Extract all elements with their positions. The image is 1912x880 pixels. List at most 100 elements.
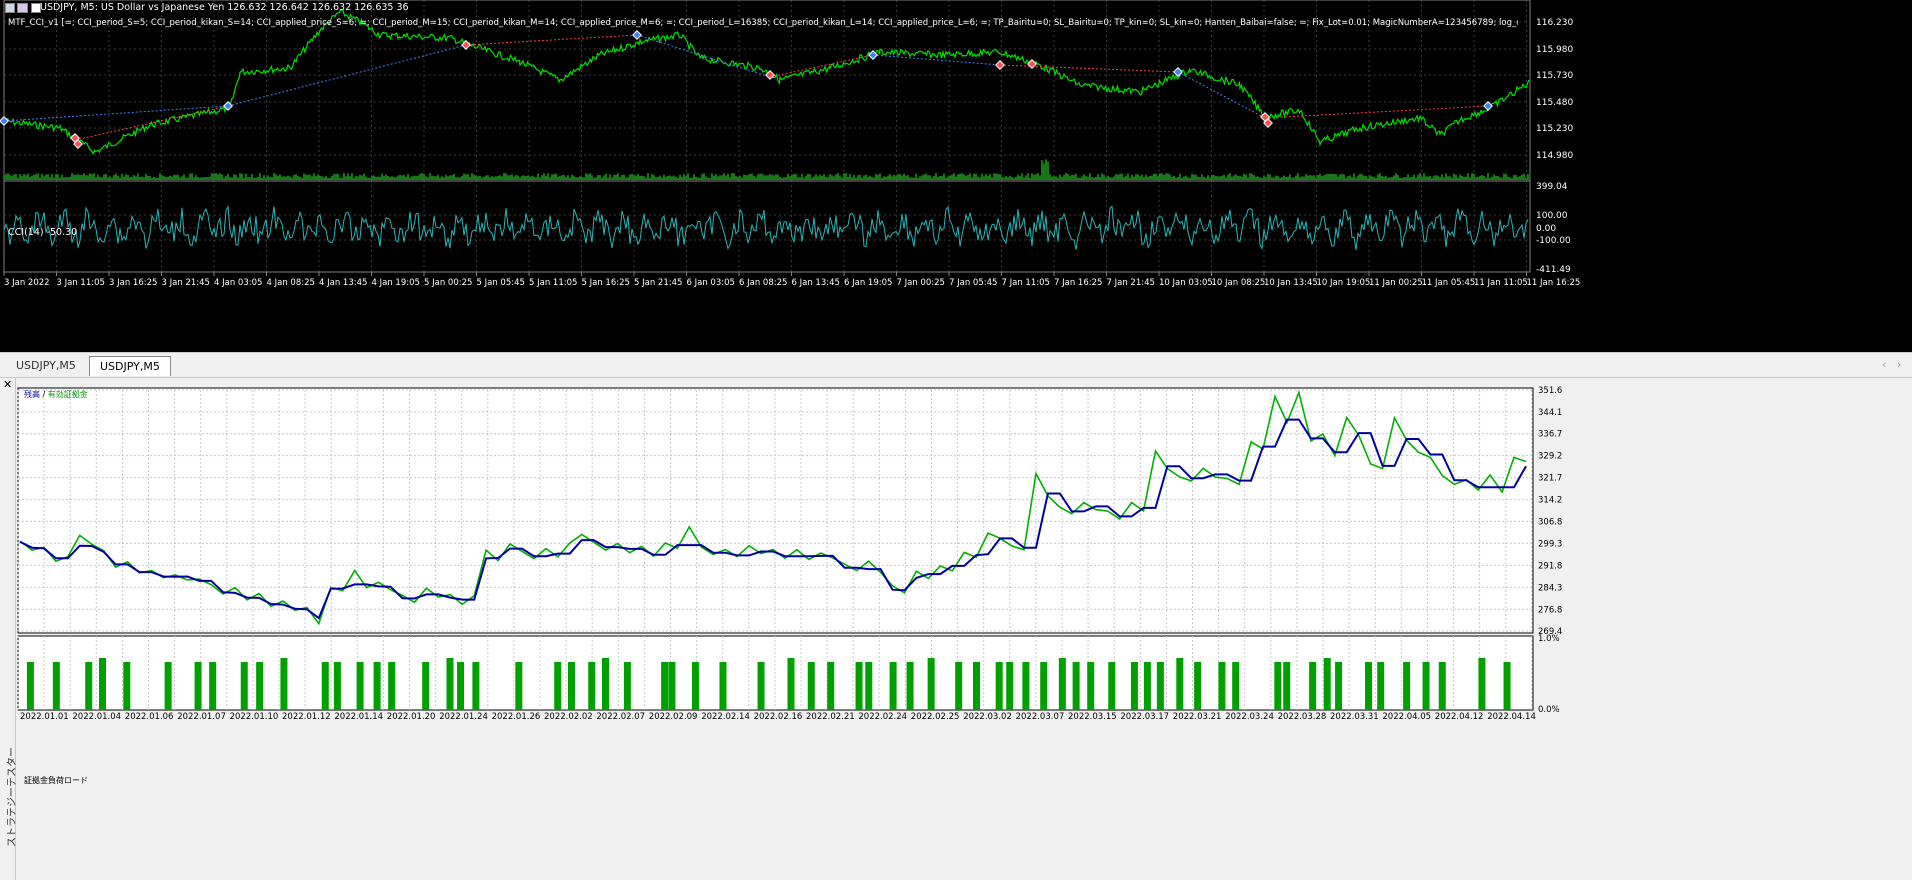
time-tick-label: 5 Jan 16:25: [582, 278, 630, 288]
cci-tick-label: -411.49: [1536, 265, 1571, 275]
date-tick-label: 2022.02.16: [754, 712, 803, 722]
trade-connector-line: [1264, 105, 1489, 119]
cci-tick-label: 100.00: [1536, 211, 1568, 221]
chart-type-icon[interactable]: [17, 3, 28, 13]
price-chart-canvas[interactable]: 116.230 115.980 115.730 115.480 115.230 114.9…: [0, 0, 1912, 352]
graph-legend: 残高 / 有効証拠金: [24, 389, 88, 400]
trade-connector-line: [465, 34, 638, 46]
cci-tick-label: 399.04: [1536, 182, 1568, 192]
ea-parameters-line: MTF_CCI_v1 [=; CCI_period_S=5; CCI_perio…: [8, 18, 1518, 28]
tab-usdjpy-m5-2[interactable]: USDJPY,M5: [89, 356, 171, 376]
margin-load-bar: [668, 662, 676, 710]
balance-tick-label: 321.7: [1538, 474, 1562, 484]
load-tick-label: 1.0%: [1538, 634, 1560, 644]
balance-tick-label: 336.7: [1538, 430, 1562, 440]
margin-load-bar: [388, 662, 396, 710]
time-tick-label: 3 Jan 21:45: [162, 278, 210, 288]
margin-load-bar: [1087, 662, 1095, 710]
margin-load-bar: [1274, 662, 1282, 710]
date-tick-label: 2022.03.21: [1173, 712, 1222, 722]
chart-menu-icon[interactable]: [5, 3, 15, 13]
trade-connector-line: [769, 54, 874, 78]
close-icon[interactable]: ✕: [3, 379, 13, 390]
tab-scroll-left-icon[interactable]: ‹: [1882, 358, 1886, 371]
margin-load-bar: [889, 662, 897, 710]
margin-load-bar: [1194, 662, 1202, 710]
date-tick-label: 2022.04.14: [1487, 712, 1536, 722]
balance-tick-label: 291.8: [1538, 561, 1562, 571]
margin-load-bar: [1130, 662, 1138, 710]
time-tick-label: 6 Jan 13:45: [792, 278, 840, 288]
margin-load-bar: [1072, 662, 1080, 710]
time-tick-label: 5 Jan 11:05: [529, 278, 577, 288]
margin-load-bar: [995, 662, 1003, 710]
margin-load-bar: [1478, 658, 1486, 710]
time-tick-label: 3 Jan 11:05: [57, 278, 105, 288]
balance-tick-label: 351.6: [1538, 386, 1562, 396]
margin-load-bar: [472, 662, 480, 710]
margin-load-bar: [1365, 662, 1373, 710]
margin-load-bar: [906, 662, 914, 710]
price-tick-label: 115.230: [1536, 124, 1573, 134]
margin-load-bar: [1040, 662, 1048, 710]
margin-load-bar: [1058, 658, 1066, 710]
date-tick-label: 2022.03.24: [1225, 712, 1274, 722]
legend-balance: 残高: [24, 390, 40, 399]
date-tick-label: 2022.02.02: [544, 712, 593, 722]
balance-tick-label: 299.3: [1538, 539, 1562, 549]
margin-load-bar: [1335, 662, 1343, 710]
price-tick-label: 115.480: [1536, 98, 1573, 108]
time-tick-label: 4 Jan 03:05: [214, 278, 262, 288]
balance-tick-label: 329.2: [1538, 452, 1562, 462]
margin-load-bar: [719, 662, 727, 710]
balance-tick-label: 314.2: [1538, 496, 1562, 506]
margin-load-bar: [446, 658, 454, 710]
balance-tick-label: 284.3: [1538, 583, 1562, 593]
margin-load-bar: [865, 662, 873, 710]
trade-connector-line: [636, 34, 771, 78]
time-tick-label: 5 Jan 21:45: [634, 278, 682, 288]
time-tick-label: 11 Jan 16:25: [1527, 278, 1581, 288]
margin-load-bar: [855, 662, 863, 710]
margin-load-bar: [827, 662, 835, 710]
margin-load-bar: [1323, 658, 1331, 710]
load-tick-label: 0.0%: [1538, 705, 1560, 715]
margin-load-bar: [602, 658, 610, 710]
legend-separator: /: [42, 390, 46, 399]
date-tick-label: 2022.03.15: [1068, 712, 1117, 722]
balance-tick-label: 306.8: [1538, 517, 1562, 527]
margin-load-bar: [280, 658, 288, 710]
date-tick-label: 2022.01.14: [334, 712, 383, 722]
chart-tab-bar: USDJPY,M5 USDJPY,M5 ‹ ›: [0, 352, 1912, 378]
time-tick-label: 7 Jan 16:25: [1054, 278, 1102, 288]
trade-arrow-icon: [1027, 59, 1037, 69]
time-tick-label: 7 Jan 11:05: [1002, 278, 1050, 288]
margin-load-bar: [333, 662, 341, 710]
margin-load-bar: [757, 662, 765, 710]
margin-load-bar: [1377, 662, 1385, 710]
margin-load-bar: [26, 662, 34, 710]
date-tick-label: 2022.03.17: [1120, 712, 1169, 722]
price-tick-label: 116.230: [1536, 18, 1573, 28]
legend-equity: 有効証拠金: [47, 390, 88, 399]
time-tick-label: 7 Jan 05:45: [949, 278, 997, 288]
time-tick-label: 11 Jan 05:45: [1422, 278, 1476, 288]
margin-load-bar: [515, 662, 523, 710]
date-tick-label: 2022.01.24: [439, 712, 488, 722]
volume-bars: [3, 159, 1529, 180]
margin-load-bar: [623, 662, 631, 710]
margin-load-bar: [1006, 662, 1014, 710]
tab-scroll-right-icon[interactable]: ›: [1897, 358, 1901, 371]
date-tick-label: 2022.02.25: [911, 712, 960, 722]
tab-usdjpy-m5-1[interactable]: USDJPY,M5: [6, 356, 86, 375]
time-tick-label: 6 Jan 08:25: [739, 278, 787, 288]
margin-load-bar: [194, 662, 202, 710]
margin-load-bar: [52, 662, 60, 710]
time-tick-label: 5 Jan 05:45: [477, 278, 525, 288]
price-chart-window[interactable]: 116.230 115.980 115.730 115.480 115.230 114.9…: [0, 0, 1912, 352]
price-tick-label: 114.980: [1536, 151, 1573, 161]
margin-load-bar: [164, 662, 172, 710]
margin-load-bar: [807, 662, 815, 710]
time-tick-label: 4 Jan 19:05: [372, 278, 420, 288]
margin-load-bar: [1503, 662, 1511, 710]
